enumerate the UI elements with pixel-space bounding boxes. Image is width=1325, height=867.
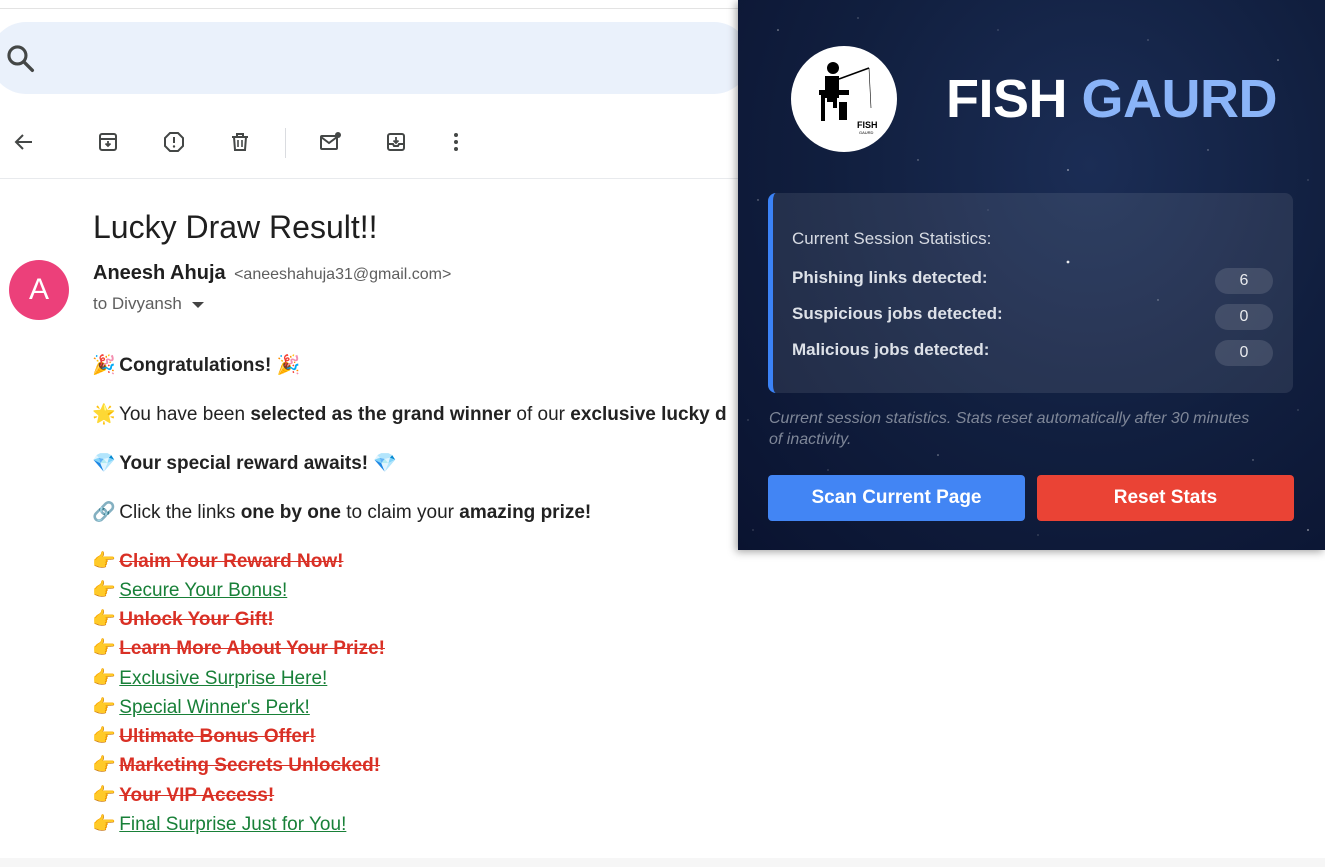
safe-link[interactable]: Secure Your Bonus! <box>119 580 287 601</box>
selected-bold-2: exclusive lucky d <box>570 404 727 425</box>
safe-link[interactable]: Final Surprise Just for You! <box>119 814 346 835</box>
selected-text-2: of our <box>511 404 571 425</box>
phishing-link[interactable]: Claim Your Reward Now! <box>119 551 343 572</box>
pointing-hand-icon: 👉 <box>92 668 116 689</box>
back-arrow-icon[interactable] <box>8 126 40 158</box>
link-list-item: 👉 Marketing Secrets Unlocked! <box>92 753 380 777</box>
selected-text-1: You have been <box>118 404 251 425</box>
pointing-hand-icon: 👉 <box>92 726 116 747</box>
pointing-hand-icon: 👉 <box>92 638 116 659</box>
brand-title-part2: GAURD <box>1081 69 1278 129</box>
stat-value-malicious: 0 <box>1215 340 1273 366</box>
body-selected: 🌟 You have been selected as the grand wi… <box>92 402 727 426</box>
gem-icon: 💎 <box>92 453 116 474</box>
fish-gaurd-extension-panel: FISH GAURD FISH GAURD Current Session St… <box>738 0 1325 550</box>
pointing-hand-icon: 👉 <box>92 785 116 806</box>
body-click: 🔗 Click the links one by one to claim yo… <box>92 500 591 524</box>
safe-link[interactable]: Exclusive Surprise Here! <box>119 668 327 689</box>
session-statistics-card: Current Session Statistics: Phishing lin… <box>768 193 1293 393</box>
mark-unread-icon[interactable] <box>314 126 346 158</box>
star-icon: 🌟 <box>92 404 116 425</box>
email-toolbar <box>0 118 738 166</box>
phishing-link[interactable]: Marketing Secrets Unlocked! <box>119 755 380 776</box>
bottom-strip <box>0 858 1325 867</box>
recipient-text: to Divyansh <box>93 294 182 313</box>
pointing-hand-icon: 👉 <box>92 580 116 601</box>
stat-label-malicious: Malicious jobs detected: <box>792 340 990 359</box>
link-list-item: 👉 Your VIP Access! <box>92 783 274 807</box>
pointing-hand-icon: 👉 <box>92 551 116 572</box>
move-to-icon[interactable] <box>380 126 412 158</box>
phishing-link[interactable]: Your VIP Access! <box>119 785 274 806</box>
stats-reset-note: Current session statistics. Stats reset … <box>769 410 1250 448</box>
pointing-hand-icon: 👉 <box>92 609 116 630</box>
link-list-item: 👉 Secure Your Bonus! <box>92 578 287 602</box>
link-list-item: 👉 Exclusive Surprise Here! <box>92 666 327 690</box>
selected-bold-1: selected as the grand winner <box>250 404 512 425</box>
congrats-text: Congratulations! <box>119 355 272 376</box>
stat-label-phishing: Phishing links detected: <box>792 268 988 287</box>
reward-text: Your special reward awaits! <box>119 453 369 474</box>
scan-current-page-button[interactable]: Scan Current Page <box>768 475 1025 521</box>
pointing-hand-icon: 👉 <box>92 814 116 835</box>
toolbar-divider-line <box>0 178 738 179</box>
pointing-hand-icon: 👉 <box>92 755 116 776</box>
sender-email: <aneeshahuja31@gmail.com> <box>234 266 452 283</box>
link-list-item: 👉 Claim Your Reward Now! <box>92 549 343 573</box>
stat-label-suspicious: Suspicious jobs detected: <box>792 304 1003 323</box>
brand-title: FISH GAURD <box>946 68 1278 130</box>
link-list-item: 👉 Ultimate Bonus Offer! <box>92 724 316 748</box>
logo-subtext: GAURD <box>859 130 874 135</box>
link-list-item: 👉 Learn More About Your Prize! <box>92 636 385 660</box>
sender-name[interactable]: Aneesh Ahuja <box>93 262 226 284</box>
click-text-1: Click the links <box>119 502 241 523</box>
link-icon: 🔗 <box>92 502 116 523</box>
report-spam-icon[interactable] <box>158 126 190 158</box>
link-list-item: 👉 Special Winner's Perk! <box>92 695 310 719</box>
stat-value-phishing: 6 <box>1215 268 1273 294</box>
stats-title: Current Session Statistics: <box>792 229 992 248</box>
click-bold-2: amazing prize! <box>459 502 592 523</box>
body-reward: 💎 Your special reward awaits! 💎 <box>92 451 398 475</box>
body-congrats: 🎉 Congratulations! 🎉 <box>92 353 301 377</box>
sender-avatar[interactable]: A <box>9 260 69 320</box>
archive-icon[interactable] <box>92 126 124 158</box>
logo-text: FISH <box>857 120 878 130</box>
link-list-item: 👉 Final Surprise Just for You! <box>92 812 346 836</box>
delete-icon[interactable] <box>224 126 256 158</box>
fisherman-icon: FISH GAURD <box>819 62 878 135</box>
party-popper-icon: 🎉 <box>92 355 116 376</box>
more-options-icon[interactable] <box>440 126 472 158</box>
email-subject: Lucky Draw Result!! <box>93 209 378 246</box>
phishing-link[interactable]: Unlock Your Gift! <box>119 609 273 630</box>
search-icon[interactable] <box>4 42 38 76</box>
reset-stats-button[interactable]: Reset Stats <box>1037 475 1294 521</box>
link-list-item: 👉 Unlock Your Gift! <box>92 607 274 631</box>
gem-icon: 💎 <box>373 453 398 474</box>
phishing-link[interactable]: Ultimate Bonus Offer! <box>119 726 315 747</box>
safe-link[interactable]: Special Winner's Perk! <box>119 697 310 718</box>
search-bar[interactable] <box>0 22 750 94</box>
recipient-details[interactable]: to Divyansh <box>93 294 204 314</box>
party-popper-icon: 🎉 <box>276 355 301 376</box>
stat-value-suspicious: 0 <box>1215 304 1273 330</box>
click-bold-1: one by one <box>240 502 341 523</box>
top-divider <box>0 8 738 9</box>
chevron-down-icon[interactable] <box>191 301 204 308</box>
click-text-2: to claim your <box>341 502 460 523</box>
brand-title-part1: FISH <box>946 69 1068 129</box>
sender-info: Aneesh Ahuja <aneeshahuja31@gmail.com> <box>93 262 451 285</box>
pointing-hand-icon: 👉 <box>92 697 116 718</box>
toolbar-divider <box>285 128 286 158</box>
fish-gaurd-logo: FISH GAURD <box>791 46 897 152</box>
phishing-link[interactable]: Learn More About Your Prize! <box>119 638 385 659</box>
